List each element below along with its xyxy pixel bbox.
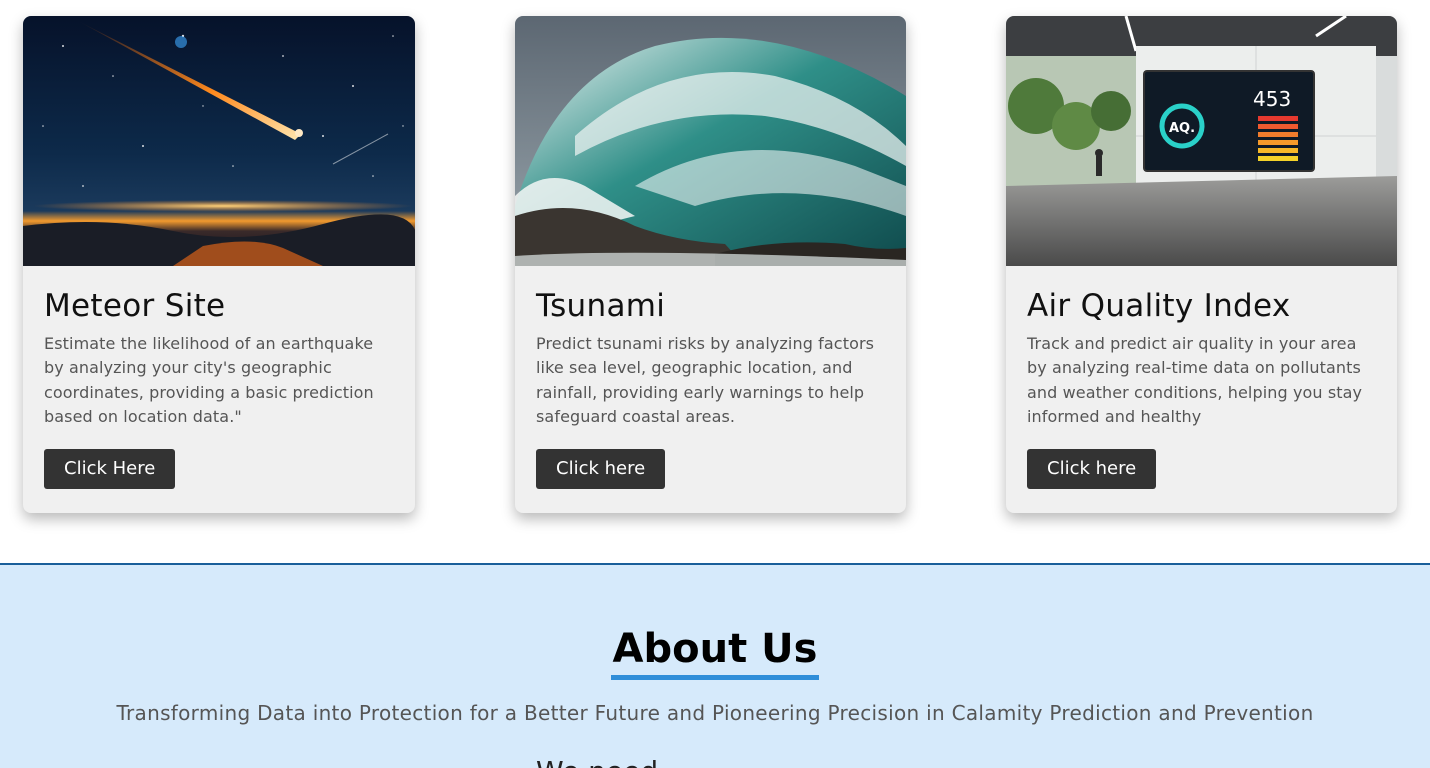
card-title: Meteor Site bbox=[44, 288, 226, 324]
tsunami-click-button[interactable]: Click here bbox=[536, 449, 666, 489]
card-meteor-site: Meteor Site Estimate the likelihood of a… bbox=[23, 16, 415, 513]
card-description: Predict tsunami risks by analyzing facto… bbox=[536, 334, 875, 426]
meteor-click-button[interactable]: Click Here bbox=[44, 449, 176, 489]
features-section: Meteor Site Estimate the likelihood of a… bbox=[0, 0, 1430, 563]
meteor-night-sky-image bbox=[23, 16, 415, 266]
card-tsunami: Tsunami Predict tsunami risks by analyzi… bbox=[515, 16, 906, 513]
aqi-click-button[interactable]: Click here bbox=[1027, 449, 1157, 489]
card-air-quality-index: AQ. 453 Air Quality Index Track and pred… bbox=[1006, 16, 1397, 513]
about-subtitle: Transforming Data into Protection for a … bbox=[116, 701, 1314, 725]
card-description: Estimate the likelihood of an earthquake… bbox=[44, 334, 374, 426]
next-heading-partial: We need bbox=[536, 757, 658, 768]
about-title: About Us bbox=[0, 623, 1430, 680]
ocean-wave-image bbox=[515, 16, 906, 266]
card-title: Air Quality Index bbox=[1027, 288, 1291, 324]
card-description: Track and predict air quality in your ar… bbox=[1027, 334, 1363, 426]
card-title: Tsunami bbox=[536, 288, 666, 324]
aqi-badge-text: AQ. bbox=[1169, 121, 1195, 136]
aqi-display-station-image: AQ. 453 bbox=[1006, 16, 1397, 266]
about-title-text: About Us bbox=[610, 623, 820, 680]
about-section: About Us Transforming Data into Protecti… bbox=[0, 563, 1430, 768]
aqi-value-text: 453 bbox=[1253, 87, 1291, 111]
